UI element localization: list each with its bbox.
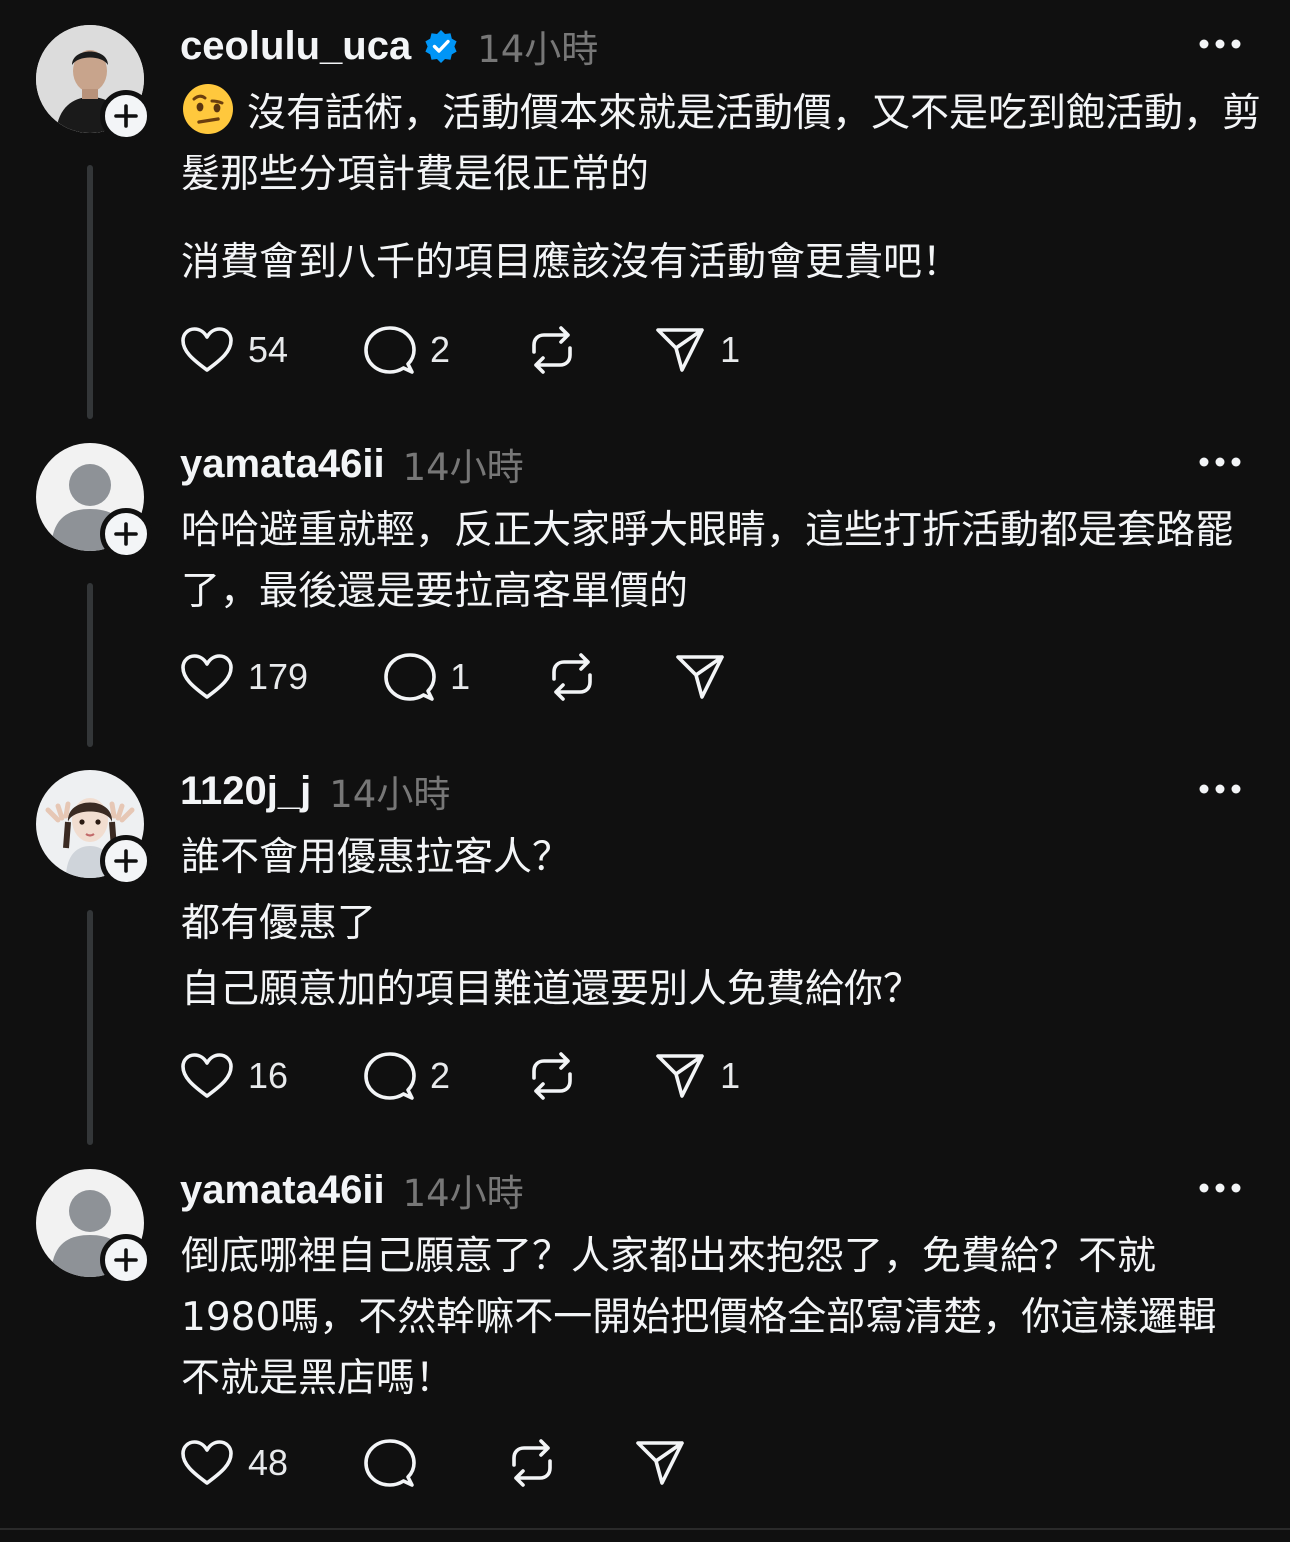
send-icon <box>676 655 724 699</box>
post-paragraph: 誰不會用優惠拉客人？ <box>181 835 572 880</box>
like-count: 54 <box>248 329 289 370</box>
thread-line <box>87 583 93 747</box>
comment-icon <box>364 326 416 374</box>
send-icon <box>656 1054 704 1098</box>
reply-post: ceolulu_uca 14小時 沒有話術，活動價本來就是活動價，又不是吃到飽活… <box>0 0 1290 420</box>
follow-button[interactable] <box>100 508 152 560</box>
repost-icon <box>552 653 592 701</box>
plus-icon <box>114 522 138 546</box>
repost-icon <box>532 326 572 374</box>
heart-icon <box>181 327 233 372</box>
heart-icon <box>181 1440 233 1485</box>
share-button[interactable]: 1 <box>654 324 740 376</box>
username[interactable]: 1120j_j <box>180 769 311 814</box>
thread-line <box>87 165 93 419</box>
share-button[interactable] <box>634 1437 700 1489</box>
post-text: 誰不會用優惠拉客人？ 都有優惠了 自己願意加的項目難道還要別人免費給你？ <box>181 825 1261 1023</box>
reply-button[interactable]: 1 <box>384 651 470 703</box>
heart-icon <box>181 654 233 699</box>
like-count: 48 <box>248 1442 289 1483</box>
heart-icon <box>181 1053 233 1098</box>
follow-button[interactable] <box>100 835 152 887</box>
plus-icon <box>114 104 138 128</box>
post-paragraph: 沒有話術，活動價本來就是活動價，又不是吃到飽活動，剪髮那些分項計費是很正常的 <box>181 91 1262 197</box>
share-count: 1 <box>720 1055 741 1096</box>
username[interactable]: yamata46ii <box>180 442 385 487</box>
reply-post: 1120j_j 14小時 誰不會用優惠拉客人？ 都有優惠了 自己願意加的項目難道… <box>0 745 1290 1145</box>
reply-button[interactable] <box>364 1437 430 1489</box>
action-bar: 179 1 <box>180 651 740 703</box>
timestamp: 14小時 <box>329 773 451 816</box>
post-header: 1120j_j 14小時 <box>180 765 450 817</box>
username[interactable]: ceolulu_uca <box>180 24 411 69</box>
follow-button[interactable] <box>100 90 152 142</box>
follow-button[interactable] <box>100 1234 152 1286</box>
like-button[interactable]: 16 <box>180 1050 288 1102</box>
like-button[interactable]: 54 <box>180 324 288 376</box>
plus-icon <box>114 1248 138 1272</box>
thread-line <box>87 910 93 1145</box>
repost-button[interactable] <box>546 651 598 703</box>
like-button[interactable]: 48 <box>180 1437 288 1489</box>
reply-post: yamata46ii 14小時 倒底哪裡自己願意了？人家都出來抱怨了，免費給？不… <box>0 1144 1290 1528</box>
timestamp: 14小時 <box>477 28 599 71</box>
share-count: 1 <box>720 329 741 370</box>
reply-post: yamata46ii 14小時 哈哈避重就輕，反正大家睜大眼睛，這些打折活動都是… <box>0 418 1290 748</box>
comment-icon <box>364 1052 416 1100</box>
post-paragraph: 消費會到八千的項目應該沒有活動會更貴吧！ <box>181 240 962 285</box>
like-count: 16 <box>248 1055 289 1096</box>
username[interactable]: yamata46ii <box>180 1168 385 1213</box>
post-text: 沒有話術，活動價本來就是活動價，又不是吃到飽活動，剪髮那些分項計費是很正常的 消… <box>181 82 1261 293</box>
repost-icon <box>512 1439 552 1487</box>
more-options-icon[interactable] <box>1198 34 1242 54</box>
post-paragraph: 哈哈避重就輕，反正大家睜大眼睛，這些打折活動都是套路罷了，最後還是要拉高客單價的 <box>181 508 1235 614</box>
like-button[interactable]: 179 <box>180 651 308 703</box>
more-options-icon[interactable] <box>1198 1178 1242 1198</box>
repost-button[interactable] <box>506 1437 558 1489</box>
raised-eyebrow-emoji-icon <box>183 84 233 134</box>
post-header: ceolulu_uca 14小時 <box>180 20 598 72</box>
action-bar: 16 2 1 <box>180 1050 740 1102</box>
share-button[interactable] <box>674 651 740 703</box>
send-icon <box>636 1441 684 1485</box>
like-count: 179 <box>248 656 309 697</box>
reply-count: 2 <box>430 329 451 370</box>
comment-icon <box>384 653 436 701</box>
action-bar: 54 2 1 <box>180 324 740 376</box>
repost-button[interactable] <box>526 324 578 376</box>
post-paragraph: 倒底哪裡自己願意了？人家都出來抱怨了，免費給？不就1980嗎，不然幹嘛不一開始把… <box>181 1234 1217 1401</box>
action-bar: 48 <box>180 1437 700 1489</box>
post-paragraph: 都有優惠了 <box>181 901 377 946</box>
reply-button[interactable]: 2 <box>364 324 450 376</box>
post-paragraph: 自己願意加的項目難道還要別人免費給你？ <box>181 967 923 1012</box>
more-options-icon[interactable] <box>1198 779 1242 799</box>
repost-button[interactable] <box>526 1050 578 1102</box>
timestamp: 14小時 <box>402 446 524 489</box>
reply-button[interactable]: 2 <box>364 1050 450 1102</box>
verified-badge-icon <box>425 30 457 63</box>
more-options-icon[interactable] <box>1198 452 1242 472</box>
reply-count: 1 <box>450 656 471 697</box>
reply-count: 2 <box>430 1055 451 1096</box>
plus-icon <box>114 849 138 873</box>
post-header: yamata46ii 14小時 <box>180 1164 524 1216</box>
share-button[interactable]: 1 <box>654 1050 740 1102</box>
send-icon <box>656 328 704 372</box>
post-text: 倒底哪裡自己願意了？人家都出來抱怨了，免費給？不就1980嗎，不然幹嘛不一開始把… <box>181 1226 1251 1409</box>
comment-icon <box>364 1439 416 1487</box>
post-text: 哈哈避重就輕，反正大家睜大眼睛，這些打折活動都是套路罷了，最後還是要拉高客單價的 <box>181 500 1261 622</box>
divider <box>0 1528 1290 1530</box>
repost-icon <box>532 1052 572 1100</box>
post-header: yamata46ii 14小時 <box>180 438 524 490</box>
timestamp: 14小時 <box>402 1172 524 1215</box>
